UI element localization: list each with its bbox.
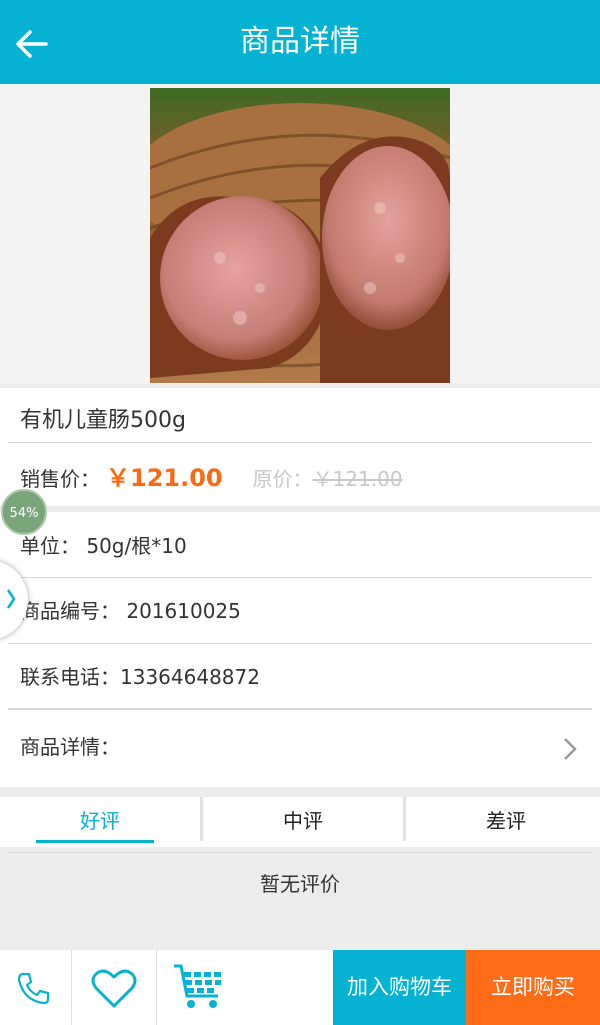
buy-now-button[interactable]: 立即购买 — [466, 950, 600, 1025]
active-tab-indicator — [36, 840, 154, 843]
no-reviews-text: 暂无评价 — [260, 872, 340, 896]
page-title: 商品详情 — [240, 24, 360, 59]
divider — [8, 852, 592, 853]
cart-icon[interactable] — [172, 962, 226, 1012]
price-row: 销售价： ￥121.00 原价：￥121.00 — [20, 458, 403, 493]
chevron-right-icon — [6, 589, 16, 609]
divider — [8, 643, 592, 644]
review-tabs: 好评 中评 差评 — [0, 797, 600, 847]
heart-icon[interactable] — [90, 966, 138, 1010]
details-row[interactable]: 商品详情： — [0, 715, 600, 779]
chevron-right-icon — [564, 738, 577, 760]
original-price: ￥121.00 — [312, 467, 403, 491]
tab-neutral-reviews[interactable]: 中评 — [203, 797, 403, 847]
phone-icon[interactable] — [14, 970, 52, 1006]
unit-text: 单位： 50g/根*10 — [20, 534, 187, 558]
reviews-panel: 暂无评价 — [0, 852, 600, 950]
product-name: 有机儿童肠500g — [20, 408, 186, 433]
bottom-action-bar: 加入购物车 立即购买 — [0, 950, 600, 1025]
product-image-area — [0, 84, 600, 384]
product-code-text: 商品编号： 201610025 — [20, 599, 241, 623]
divider — [156, 950, 157, 1025]
sale-price: ￥121.00 — [106, 464, 223, 492]
price-label: 销售价： — [20, 467, 100, 491]
product-code-row: 商品编号： 201610025 — [0, 579, 600, 643]
divider — [71, 950, 72, 1025]
original-price-label: 原价： — [252, 467, 313, 491]
add-to-cart-button[interactable]: 加入购物车 — [333, 950, 466, 1025]
divider — [8, 577, 592, 578]
unit-row: 单位： 50g/根*10 — [0, 514, 600, 578]
details-label: 商品详情： — [20, 735, 120, 759]
app-header: 商品详情 — [0, 0, 600, 84]
floating-progress-badge[interactable]: 54% — [1, 489, 47, 535]
divider — [8, 442, 592, 443]
product-info-list: 单位： 50g/根*10 商品编号： 201610025 联系电话：133646… — [0, 512, 600, 787]
divider — [8, 708, 592, 710]
phone-text: 联系电话：13364648872 — [20, 665, 260, 689]
tab-bad-reviews[interactable]: 差评 — [406, 797, 600, 847]
phone-row[interactable]: 联系电话：13364648872 — [0, 645, 600, 709]
product-image[interactable] — [150, 88, 450, 383]
product-summary: 有机儿童肠500g 销售价： ￥121.00 原价：￥121.00 — [0, 388, 600, 506]
